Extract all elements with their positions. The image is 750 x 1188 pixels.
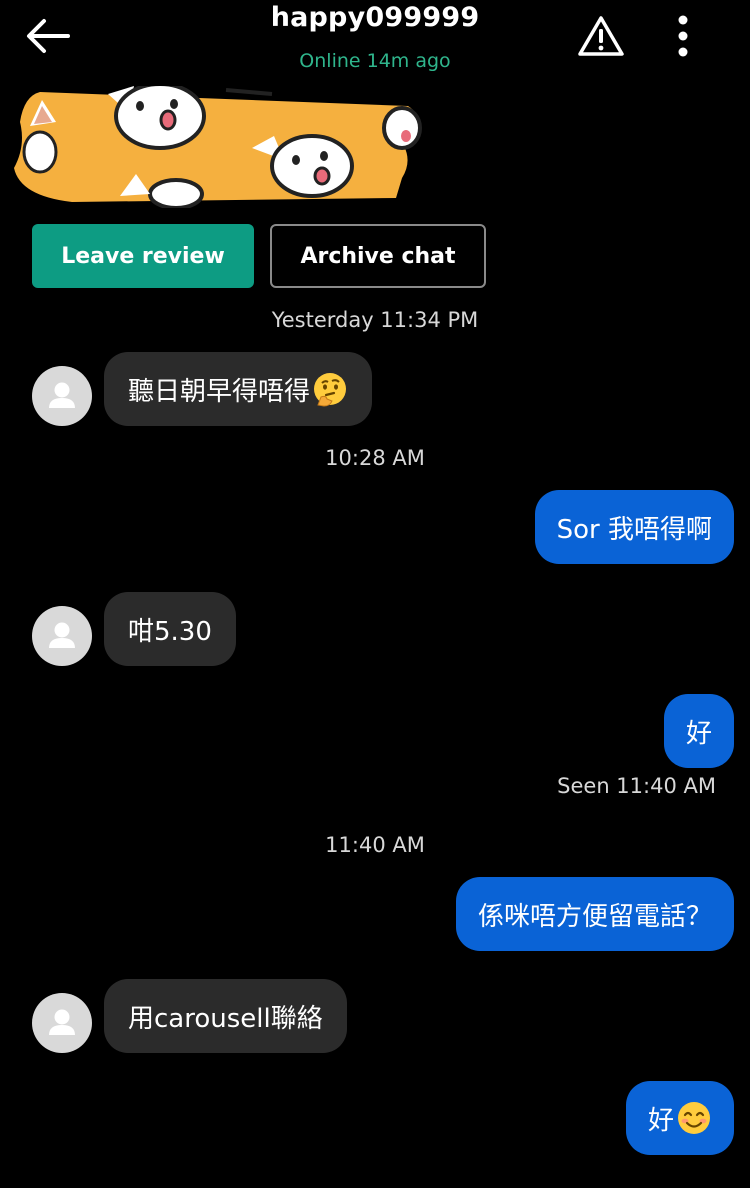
read-receipt: Seen 11:40 AM [557,774,716,798]
message-bubble-incoming[interactable]: 用carousell聯絡 [104,979,347,1053]
message-text: 好 [685,718,712,749]
chat-header: happy099999 Online 14m ago [0,0,750,90]
message-text: 聽日朝早得唔得 [128,376,311,407]
message-bubble-incoming[interactable]: 咁5.30 [104,592,236,666]
listing-thumbnail[interactable] [12,82,424,210]
message-bubble-outgoing[interactable]: Sor 我唔得啊 [534,490,734,564]
chat-username[interactable]: happy099999 [0,2,750,33]
report-button[interactable] [574,12,628,60]
thinking-face-emoji [314,373,347,407]
listing-image [14,82,422,210]
message-text: 咁5.30 [128,616,212,647]
warning-triangle-icon [578,16,624,56]
message-bubble-outgoing[interactable]: 係咪唔方便留電話？ [455,877,734,951]
timestamp: 11:40 AM [325,833,425,857]
message-bubble-incoming[interactable]: 聽日朝早得唔得 [104,352,373,426]
message-bubble-outgoing[interactable]: 好 [625,1081,734,1155]
default-user-icon [49,382,75,408]
message-bubble-outgoing[interactable]: 好 [663,694,734,768]
avatar[interactable] [32,993,92,1053]
message-text: 係咪唔方便留電話？ [477,901,712,932]
default-user-icon [49,622,75,648]
message-text: 好 [647,1105,674,1136]
smiling-face-emoji [678,1102,710,1134]
default-user-icon [49,1009,75,1035]
more-vertical-icon [678,15,688,57]
avatar[interactable] [32,366,92,426]
online-status: Online 14m ago [299,50,451,72]
more-options-button[interactable] [664,12,702,60]
archive-chat-button[interactable]: Archive chat [270,224,486,288]
avatar[interactable] [32,606,92,666]
leave-review-button[interactable]: Leave review [32,224,254,288]
timestamp: Yesterday 11:34 PM [271,308,479,332]
timestamp: 10:28 AM [325,446,425,470]
message-text: Sor 我唔得啊 [556,514,712,545]
message-text: 用carousell聯絡 [128,1003,323,1034]
